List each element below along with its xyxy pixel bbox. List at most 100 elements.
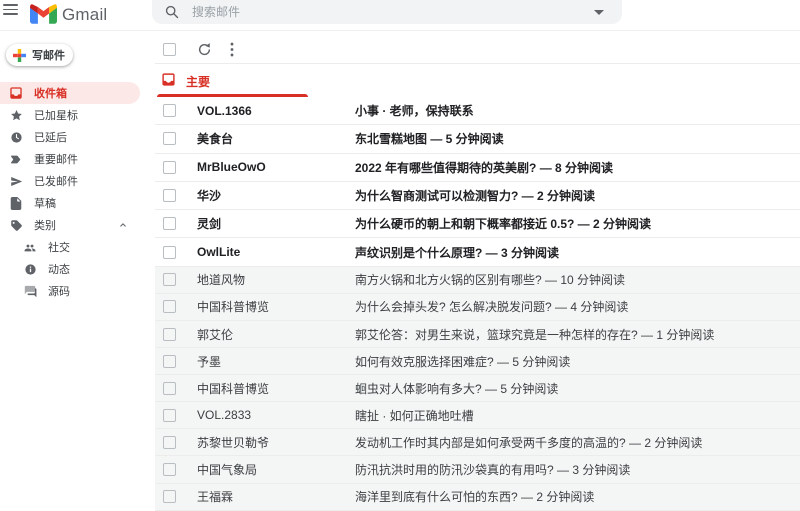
email-row[interactable]: 苏黎世贝勒爷 发动机工作时其内部是如何承受两千多度的高温的? — 2 分钟阅读 [155, 429, 800, 457]
forum-icon [23, 284, 37, 298]
email-subject: 2022 年有哪些值得期待的英美剧? — 8 分钟阅读 [355, 160, 614, 175]
email-row[interactable]: 中国科普博览 蛔虫对人体影响有多大? — 5 分钟阅读 [155, 375, 800, 403]
email-row[interactable]: 中国气象局 防汛抗洪时用的防汛沙袋真的有用吗? — 3 分钟阅读 [155, 456, 800, 484]
select-all-checkbox[interactable] [163, 42, 176, 56]
email-checkbox[interactable] [163, 160, 176, 174]
sidebar-nav: 收件箱 已加星标 已延后 重要邮件 已发邮件 草稿 类别 社交 动态 源码 [0, 82, 150, 302]
search-bar [152, 0, 622, 24]
email-checkbox[interactable] [163, 408, 176, 422]
email-checkbox[interactable] [163, 435, 176, 449]
email-checkbox[interactable] [163, 354, 176, 368]
sidebar: 写邮件 收件箱 已加星标 已延后 重要邮件 已发邮件 草稿 类别 社交 动态 源… [0, 31, 150, 497]
email-checkbox[interactable] [163, 327, 176, 341]
email-sender: MrBlueOwO [197, 160, 266, 175]
sidebar-item-snoozed[interactable]: 已延后 [0, 126, 150, 148]
email-subject: 蛔虫对人体影响有多大? — 5 分钟阅读 [355, 381, 559, 396]
email-checkbox[interactable] [163, 132, 176, 146]
draft-icon [9, 196, 23, 210]
sidebar-item-label: 类别 [34, 220, 56, 232]
email-checkbox[interactable] [163, 189, 176, 203]
email-subject: 瞎扯 · 如何正确地吐槽 [355, 408, 474, 423]
email-subject: 东北雪糕地图 — 5 分钟阅读 [355, 132, 504, 147]
sidebar-item-label: 已加星标 [34, 110, 78, 122]
label-icon [9, 218, 23, 232]
sidebar-item-drafts[interactable]: 草稿 [0, 192, 150, 214]
email-row[interactable]: 灵剑 为什么硬币的朝上和朝下概率都接近 0.5? — 2 分钟阅读 [155, 210, 800, 239]
list-toolbar [155, 35, 800, 63]
sidebar-item-label: 动态 [48, 264, 70, 276]
gmail-wordmark: Gmail [62, 5, 108, 24]
email-sender: VOL.1366 [197, 103, 252, 118]
sidebar-item-important[interactable]: 重要邮件 [0, 148, 150, 170]
sidebar-item-label: 已延后 [34, 132, 67, 144]
email-row[interactable]: VOL.2833 瞎扯 · 如何正确地吐槽 [155, 402, 800, 430]
email-row[interactable]: 美食台 东北雪糕地图 — 5 分钟阅读 [155, 125, 800, 154]
email-checkbox[interactable] [163, 273, 176, 287]
email-checkbox[interactable] [163, 104, 176, 118]
email-sender: 华沙 [197, 189, 222, 204]
email-sender: 美食台 [197, 132, 234, 147]
people-icon [23, 240, 37, 254]
refresh-icon[interactable] [197, 42, 212, 57]
multicolor-plus-icon [13, 48, 26, 62]
email-sender: 灵剑 [197, 217, 222, 232]
email-subject: 发动机工作时其内部是如何承受两千多度的高温的? — 2 分钟阅读 [355, 435, 703, 450]
sidebar-item-label: 草稿 [34, 198, 56, 210]
compose-button[interactable]: 写邮件 [6, 44, 73, 66]
sidebar-item-social[interactable]: 社交 [0, 236, 150, 258]
email-row[interactable]: 王福霖 海洋里到底有什么可怕的东西? — 2 分钟阅读 [155, 483, 800, 511]
more-options-icon[interactable] [230, 42, 234, 57]
sidebar-item-label: 收件箱 [34, 88, 67, 100]
star-icon [9, 108, 23, 122]
toolbar-divider [155, 63, 800, 64]
email-subject: 小事 · 老师，保持联系 [355, 104, 474, 119]
sidebar-item-sent[interactable]: 已发邮件 [0, 170, 150, 192]
email-sender: 郭艾伦 [197, 327, 234, 342]
compose-label: 写邮件 [32, 50, 65, 62]
email-row[interactable]: MrBlueOwO 2022 年有哪些值得期待的英美剧? — 8 分钟阅读 [155, 153, 800, 182]
email-checkbox[interactable] [163, 381, 176, 395]
sidebar-item-label: 社交 [48, 242, 70, 254]
email-subject: 为什么智商测试可以检测智力? — 2 分钟阅读 [355, 189, 596, 204]
sidebar-item-label: 重要邮件 [34, 154, 78, 166]
clock-icon [9, 130, 23, 144]
sidebar-item-categories[interactable]: 类别 [0, 214, 150, 236]
collapse-chevron-icon[interactable] [120, 222, 126, 228]
email-checkbox[interactable] [163, 217, 176, 231]
sidebar-item-inbox[interactable]: 收件箱 [0, 82, 140, 104]
sidebar-item-updates[interactable]: 动态 [0, 258, 150, 280]
sidebar-item-label: 已发邮件 [34, 176, 78, 188]
email-row[interactable]: 郭艾伦 郭艾伦答：对男生来说，篮球究竟是一种怎样的存在? — 1 分钟阅读 [155, 320, 800, 349]
search-input[interactable] [192, 5, 594, 19]
email-row[interactable]: VOL.1366 小事 · 老师，保持联系 [155, 97, 800, 126]
tab-primary[interactable]: 主要 [155, 67, 308, 97]
email-subject: 郭艾伦答：对男生来说，篮球究竟是一种怎样的存在? — 1 分钟阅读 [355, 327, 715, 342]
category-tabs: 主要 [155, 67, 800, 97]
sidebar-item-forums[interactable]: 源码 [0, 280, 150, 302]
email-checkbox[interactable] [163, 245, 176, 259]
menu-icon[interactable] [3, 4, 18, 15]
email-subject: 声纹识别是个什么原理? — 3 分钟阅读 [355, 245, 560, 260]
sidebar-item-label: 源码 [48, 286, 70, 298]
gmail-logo-icon [30, 4, 57, 24]
email-subject: 如何有效克服选择困难症? — 5 分钟阅读 [355, 354, 571, 369]
search-options-dropdown-icon[interactable] [594, 9, 604, 15]
email-subject: 为什么会掉头发? 怎么解决脱发问题? — 4 分钟阅读 [355, 300, 629, 315]
email-row[interactable]: OwlLite 声纹识别是个什么原理? — 3 分钟阅读 [155, 238, 800, 267]
email-sender: 中国科普博览 [197, 300, 270, 315]
mail-content: 主要 VOL.1366 小事 · 老师，保持联系 美食台 东北雪糕地图 — 5 … [155, 31, 800, 511]
email-row[interactable]: 予墨 如何有效克服选择困难症? — 5 分钟阅读 [155, 348, 800, 376]
email-sender: 地道风物 [197, 273, 246, 288]
email-checkbox[interactable] [163, 300, 176, 314]
email-row[interactable]: 中国科普博览 为什么会掉头发? 怎么解决脱发问题? — 4 分钟阅读 [155, 293, 800, 321]
email-checkbox[interactable] [163, 462, 176, 476]
email-sender: 中国气象局 [197, 462, 258, 477]
email-list: VOL.1366 小事 · 老师，保持联系 美食台 东北雪糕地图 — 5 分钟阅… [155, 97, 800, 511]
email-sender: VOL.2833 [197, 408, 252, 423]
email-row[interactable]: 华沙 为什么智商测试可以检测智力? — 2 分钟阅读 [155, 181, 800, 211]
email-subject: 为什么硬币的朝上和朝下概率都接近 0.5? — 2 分钟阅读 [355, 217, 652, 232]
email-row[interactable]: 地道风物 南方火锅和北方火锅的区别有哪些? — 10 分钟阅读 [155, 266, 800, 294]
sidebar-item-starred[interactable]: 已加星标 [0, 104, 150, 126]
app-header: Gmail [0, 0, 800, 31]
search-icon[interactable] [165, 5, 179, 19]
